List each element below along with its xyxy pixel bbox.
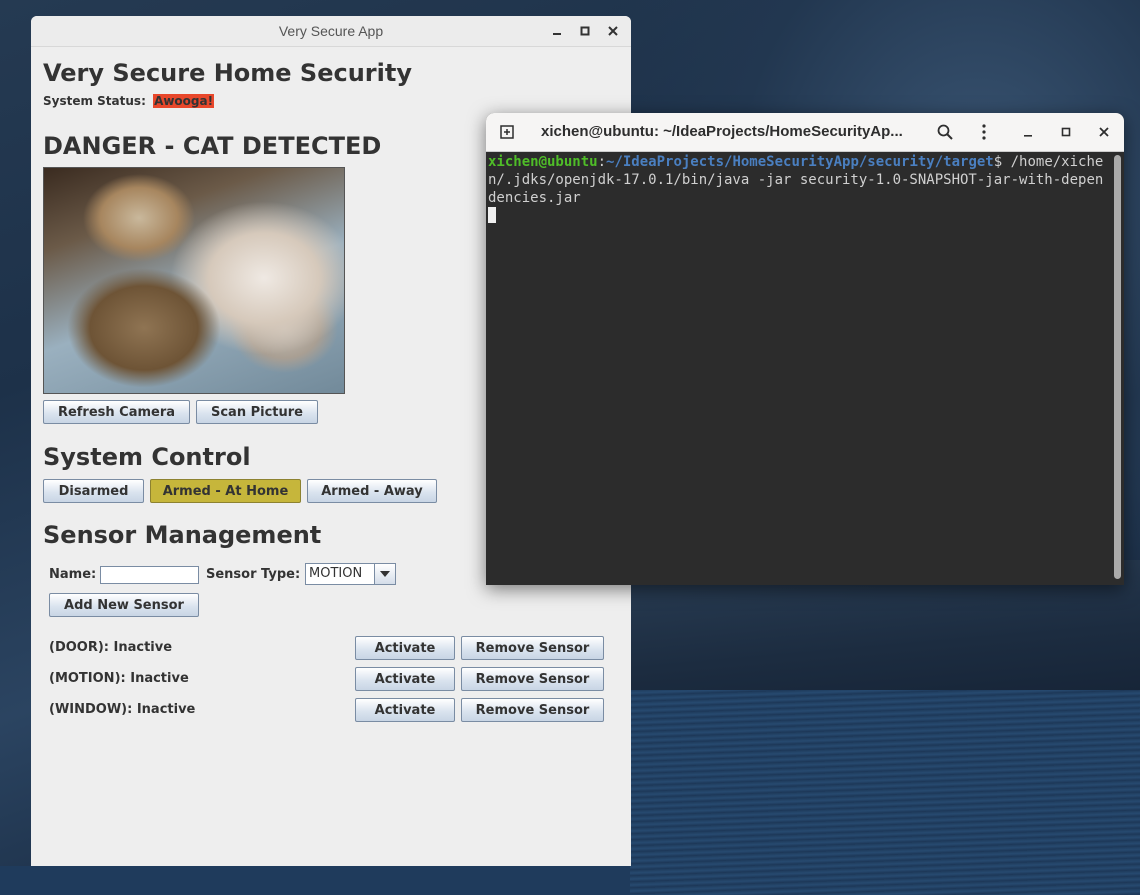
app-heading: Very Secure Home Security — [43, 59, 412, 87]
scan-picture-button[interactable]: Scan Picture — [196, 400, 318, 424]
chevron-down-icon[interactable] — [374, 564, 395, 584]
remove-sensor-button[interactable]: Remove Sensor — [461, 636, 604, 660]
status-badge: Awooga! — [153, 94, 215, 108]
prompt-user: xichen@ubuntu — [488, 154, 598, 170]
minimize-icon[interactable] — [1017, 113, 1039, 151]
disarmed-button[interactable]: Disarmed — [43, 479, 144, 503]
sensor-row-label: (WINDOW): Inactive — [49, 702, 196, 717]
prompt-path: ~/IdeaProjects/HomeSecurityApp/security/… — [606, 154, 994, 170]
remove-sensor-button[interactable]: Remove Sensor — [461, 667, 604, 691]
armed-at-home-button[interactable]: Armed - At Home — [150, 479, 301, 503]
new-tab-icon[interactable] — [496, 113, 518, 151]
add-sensor-button[interactable]: Add New Sensor — [49, 593, 199, 617]
armed-away-button[interactable]: Armed - Away — [307, 479, 437, 503]
sensor-management-heading: Sensor Management — [43, 521, 322, 549]
close-icon[interactable] — [603, 21, 623, 41]
activate-button[interactable]: Activate — [355, 698, 455, 722]
terminal-scrollbar[interactable] — [1114, 155, 1121, 579]
search-icon[interactable] — [934, 113, 956, 151]
terminal-output[interactable]: xichen@ubuntu:~/IdeaProjects/HomeSecurit… — [486, 151, 1112, 585]
camera-heading: DANGER - CAT DETECTED — [43, 132, 382, 160]
sensor-name-input[interactable] — [100, 566, 199, 584]
name-label: Name: — [49, 567, 97, 582]
close-icon[interactable] — [1093, 113, 1115, 151]
sensor-row-label: (MOTION): Inactive — [49, 671, 189, 686]
remove-sensor-button[interactable]: Remove Sensor — [461, 698, 604, 722]
maximize-icon[interactable] — [575, 21, 595, 41]
app-window-title: Very Secure App — [278, 23, 384, 39]
refresh-camera-button[interactable]: Refresh Camera — [43, 400, 190, 424]
activate-button[interactable]: Activate — [355, 636, 455, 660]
terminal-window: xichen@ubuntu: ~/IdeaProjects/HomeSecuri… — [486, 113, 1124, 585]
sensor-type-select[interactable]: MOTION — [305, 563, 396, 585]
system-status: System Status: Awooga! — [43, 94, 215, 108]
sensor-row-label: (DOOR): Inactive — [49, 640, 173, 655]
menu-dots-icon[interactable] — [973, 113, 995, 151]
status-label: System Status: — [43, 94, 146, 108]
maximize-icon[interactable] — [1055, 113, 1077, 151]
prompt-separator: : — [597, 154, 607, 170]
minimize-icon[interactable] — [547, 21, 567, 41]
terminal-title: xichen@ubuntu: ~/IdeaProjects/HomeSecuri… — [541, 123, 903, 140]
system-control-heading: System Control — [43, 443, 251, 471]
camera-image — [43, 167, 345, 394]
activate-button[interactable]: Activate — [355, 667, 455, 691]
sensor-type-label: Sensor Type: — [206, 567, 301, 582]
app-titlebar[interactable]: Very Secure App — [31, 16, 631, 47]
text-cursor — [488, 207, 496, 223]
sensor-type-value: MOTION — [309, 566, 363, 581]
terminal-titlebar[interactable]: xichen@ubuntu: ~/IdeaProjects/HomeSecuri… — [486, 113, 1124, 152]
